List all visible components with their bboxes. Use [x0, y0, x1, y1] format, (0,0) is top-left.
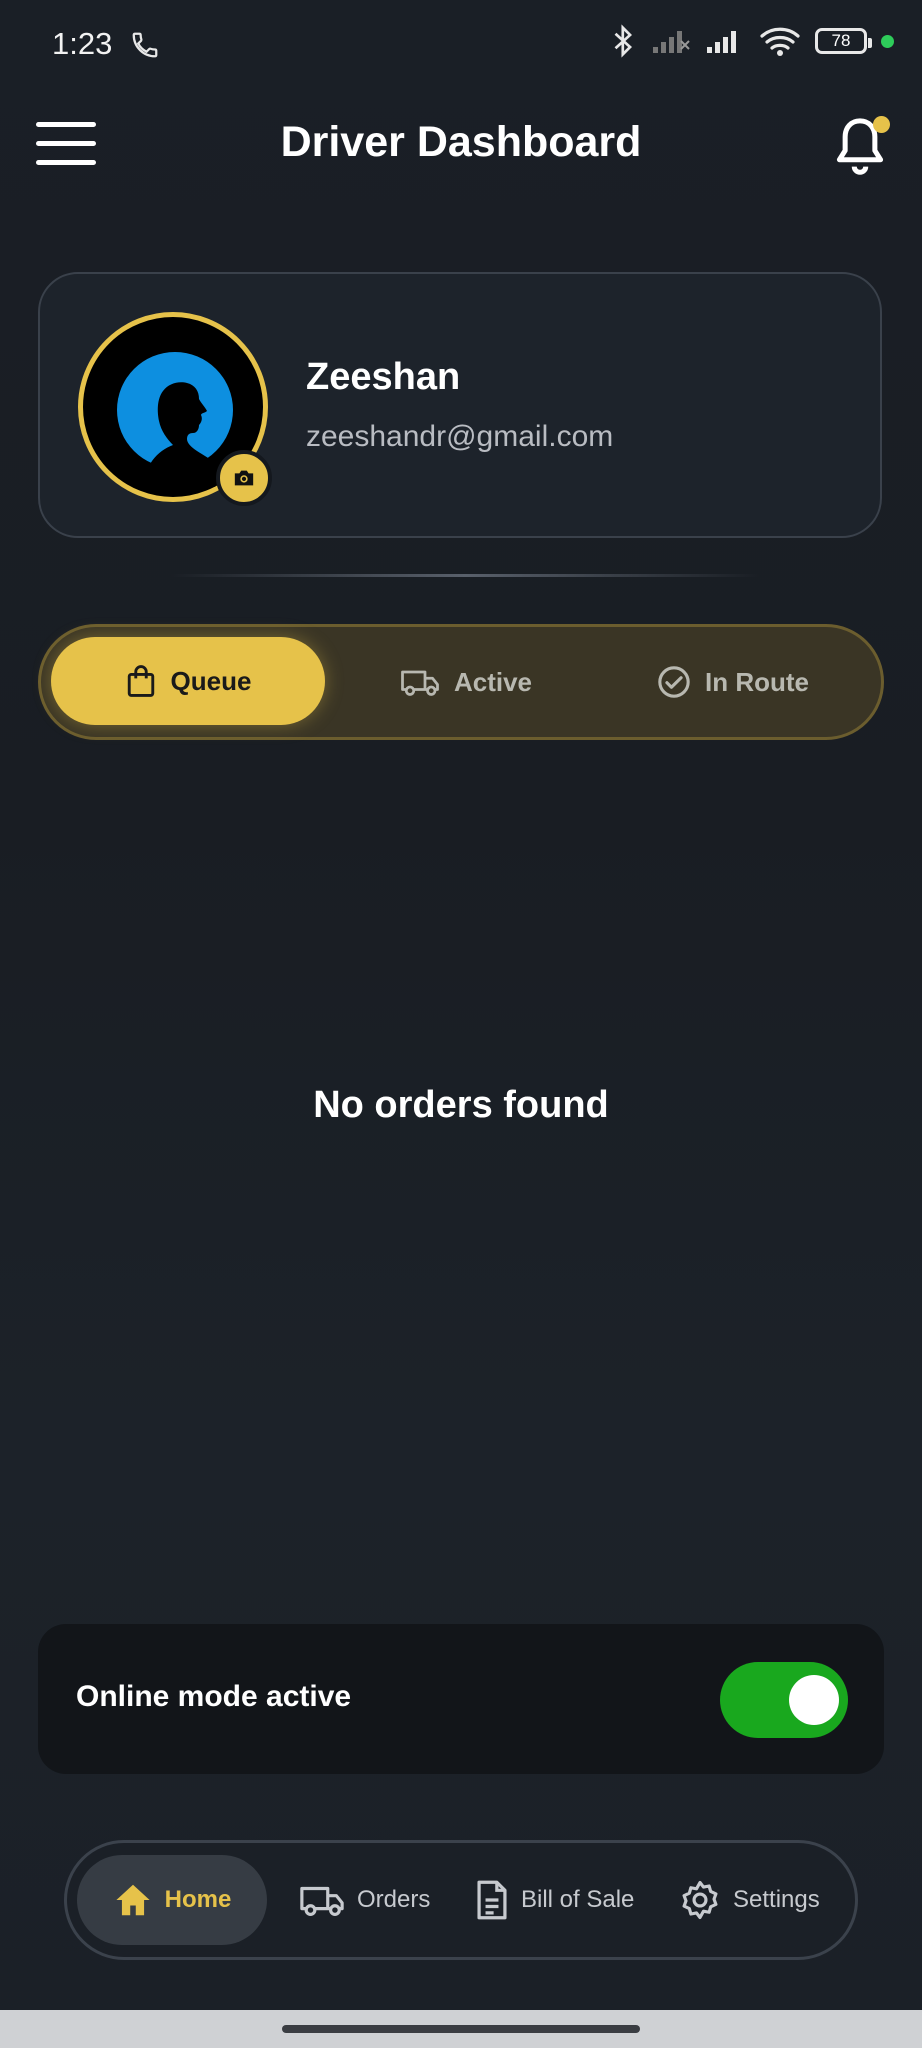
truck-icon	[401, 670, 439, 696]
divider	[170, 574, 760, 577]
signal-icon	[707, 31, 736, 53]
home-gesture-handle[interactable]	[282, 2025, 640, 2033]
bottom-nav: Home Orders Bill of Sale Settings	[64, 1840, 858, 1960]
phone-call-icon	[132, 32, 158, 58]
bluetooth-icon	[614, 24, 633, 58]
nav-label: Orders	[357, 1886, 431, 1913]
empty-state-message: No orders found	[313, 1084, 609, 1126]
tab-in-route[interactable]: In Route	[597, 627, 869, 737]
nav-orders[interactable]: Orders	[299, 1843, 430, 1957]
change-photo-button[interactable]	[216, 450, 272, 506]
profile-name: Zeeshan	[306, 356, 461, 398]
tab-label: In Route	[705, 666, 809, 697]
shopping-bag-icon	[127, 665, 154, 697]
tab-label: Active	[453, 666, 533, 697]
status-time: 1:23	[52, 26, 113, 61]
signal-weak-icon	[653, 31, 690, 53]
nav-label: Bill of Sale	[521, 1886, 635, 1913]
privacy-indicator-dot	[881, 34, 894, 48]
tab-active[interactable]: Active	[337, 627, 595, 737]
wifi-icon	[760, 27, 800, 56]
status-icons: 78	[611, 24, 894, 58]
check-circle-icon	[658, 666, 690, 698]
truck-icon	[300, 1886, 344, 1916]
profile-email: zeeshandr@gmail.com	[306, 420, 614, 453]
online-mode-label: Online mode active	[76, 1680, 352, 1713]
order-tabs: Queue Active In Route	[38, 624, 884, 740]
online-mode-toggle[interactable]	[720, 1662, 848, 1738]
nav-home[interactable]: Home	[77, 1855, 267, 1945]
tab-label: Queue	[170, 665, 252, 696]
camera-icon	[234, 470, 254, 486]
home-icon	[116, 1884, 150, 1916]
nav-settings[interactable]: Settings	[679, 1843, 820, 1957]
nav-label: Settings	[733, 1886, 820, 1913]
tab-queue[interactable]: Queue	[51, 637, 325, 725]
page-title: Driver Dashboard	[280, 118, 642, 166]
notifications-button[interactable]	[832, 114, 890, 178]
nav-label: Home	[164, 1886, 232, 1913]
gear-icon	[682, 1880, 718, 1920]
toggle-knob	[789, 1675, 839, 1725]
notification-badge	[873, 116, 890, 133]
document-icon	[477, 1880, 507, 1920]
battery-indicator: 78	[815, 28, 872, 54]
nav-bill-of-sale[interactable]: Bill of Sale	[475, 1843, 634, 1957]
